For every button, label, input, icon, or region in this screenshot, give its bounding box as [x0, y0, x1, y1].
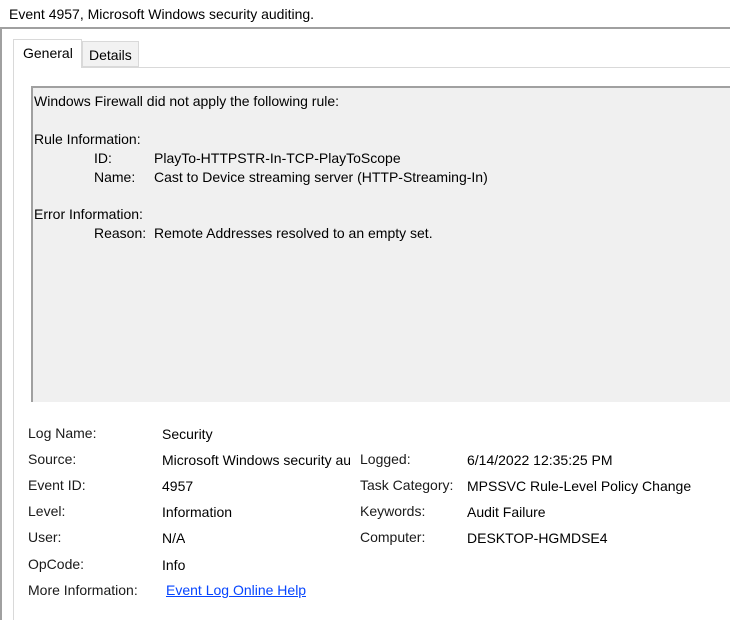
computer-value[interactable]: DESKTOP-HGMDSE4 [467, 530, 608, 546]
error-information-header: Error Information: [34, 206, 143, 222]
source-value[interactable]: Microsoft Windows security auditing. [162, 452, 350, 468]
event-log-online-help-link[interactable]: Event Log Online Help [166, 582, 306, 598]
description-intro: Windows Firewall did not apply the follo… [34, 93, 340, 109]
log-name-label: Log Name: [28, 425, 97, 441]
event-id-value[interactable]: 4957 [162, 478, 193, 494]
logged-value[interactable]: 6/14/2022 12:35:25 PM [467, 452, 613, 468]
opcode-value[interactable]: Info [162, 557, 185, 573]
window-title: Event 4957, Microsoft Windows security a… [9, 6, 315, 22]
user-value[interactable]: N/A [162, 530, 185, 546]
rule-information-header: Rule Information: [34, 131, 141, 147]
window-left-border [0, 29, 2, 620]
task-category-label: Task Category: [360, 477, 454, 493]
opcode-label: OpCode: [28, 556, 85, 572]
rule-id-label: ID: [94, 150, 112, 166]
tab-general[interactable]: General [13, 39, 82, 68]
more-information-label: More Information: [28, 582, 138, 598]
event-id-label: Event ID: [28, 477, 86, 493]
event-description-box[interactable]: Windows Firewall did not apply the follo… [31, 86, 730, 402]
task-category-value[interactable]: MPSSVC Rule-Level Policy Change [467, 478, 691, 494]
level-value[interactable]: Information [162, 504, 232, 520]
source-label: Source: [28, 451, 77, 467]
log-name-value[interactable]: Security [162, 426, 213, 442]
rule-name-label: Name: [94, 169, 136, 185]
level-label: Level: [28, 503, 66, 519]
computer-label: Computer: [360, 529, 426, 545]
reason-value: Remote Addresses resolved to an empty se… [154, 225, 433, 241]
logged-label: Logged: [360, 451, 411, 467]
keywords-value[interactable]: Audit Failure [467, 504, 546, 520]
rule-name-value: Cast to Device streaming server (HTTP-St… [154, 169, 488, 185]
tab-details-label: Details [89, 47, 132, 63]
reason-label: Reason: [94, 225, 147, 241]
tab-strip: General Details [2, 29, 730, 68]
keywords-label: Keywords: [360, 503, 426, 519]
title-bar: Event 4957, Microsoft Windows security a… [0, 0, 730, 29]
tab-details[interactable]: Details [82, 41, 139, 67]
rule-id-value: PlayTo-HTTPSTR-In-TCP-PlayToScope [154, 150, 401, 166]
tab-general-label: General [23, 45, 73, 61]
user-label: User: [28, 529, 62, 545]
